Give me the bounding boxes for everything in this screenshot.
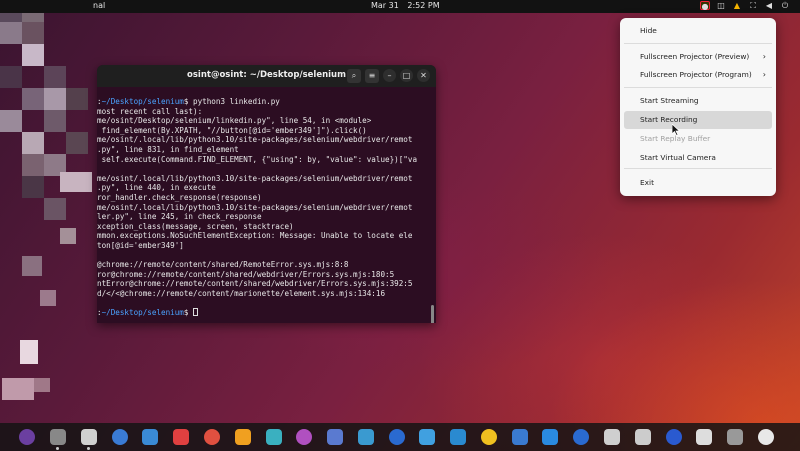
obs-tray-icon[interactable]: ●: [700, 1, 710, 11]
menu-item-start-virtual-camera[interactable]: Start Virtual Camera: [624, 149, 772, 167]
terminal-line: :~/Desktop/selenium$ python3 linkedin.py: [97, 97, 280, 106]
screenshot-icon[interactable]: [173, 429, 189, 445]
terminal-line: me/osint/.local/lib/python3.10/site-pack…: [97, 173, 413, 183]
mouse-cursor-icon: [672, 124, 680, 136]
obs-tray-menu: Hide Fullscreen Projector (Preview) › Fulls…: [620, 18, 776, 196]
terminal-line: find_element(By.XPATH, "//button[@id='em…: [97, 125, 367, 135]
close-icon[interactable]: ✕: [417, 69, 430, 82]
menu-separator: [624, 168, 772, 169]
terminal-line: me/osint/.local/lib/python3.10/site-pack…: [97, 202, 413, 212]
system-tray[interactable]: ● ◫ ▲ ⛶ ◀ ⏻: [700, 1, 790, 11]
terminal-icon[interactable]: [19, 429, 35, 445]
dock: [0, 423, 800, 451]
disk-icon[interactable]: [604, 429, 620, 445]
menu-item-label: Hide: [640, 26, 657, 35]
minimize-icon[interactable]: –: [383, 69, 396, 82]
people-icon[interactable]: [327, 429, 343, 445]
tools-icon[interactable]: [481, 429, 497, 445]
clock-icon[interactable]: [696, 429, 712, 445]
menu-icon[interactable]: ≡: [365, 69, 379, 83]
terminal-line: most recent call last):: [97, 106, 203, 116]
files-icon[interactable]: [81, 429, 97, 445]
terminal-line: me/osint/.local/lib/python3.10/site-pack…: [97, 135, 413, 145]
chevron-right-icon: ›: [762, 52, 766, 61]
display-icon[interactable]: [573, 429, 589, 445]
contacts-icon[interactable]: [296, 429, 312, 445]
menu-separator: [624, 43, 772, 44]
terminal-scrollbar[interactable]: [431, 305, 434, 323]
warning-icon[interactable]: ▲: [732, 1, 742, 10]
terminal-line: ror@chrome://remote/content/shared/webdr…: [97, 269, 395, 279]
terminal-line: ler.py", line 245, in check_response: [97, 212, 262, 222]
menu-item-label: Fullscreen Projector (Preview): [640, 52, 750, 61]
store-icon[interactable]: [235, 429, 251, 445]
menu-item-label: Fullscreen Projector (Program): [640, 70, 752, 79]
layers-icon[interactable]: [419, 429, 435, 445]
calendar-icon[interactable]: [358, 429, 374, 445]
terminal-line: ror_handler.check_response(response): [97, 192, 262, 202]
notes-icon[interactable]: [204, 429, 220, 445]
date-label: Mar 31: [371, 1, 399, 10]
terminal-line: me/osint/Desktop/selenium/linkedin.py", …: [97, 116, 372, 126]
terminal-line: .py", line 831, in find_element: [97, 144, 239, 154]
prompt-path: ~/Desktop/selenium: [101, 97, 184, 106]
running-indicator: [87, 447, 90, 450]
terminal-titlebar[interactable]: osint@osint: ~/Desktop/selenium ⌕ ≡ – □ …: [97, 65, 436, 87]
terminal-line: ntError@chrome://remote/content/shared/w…: [97, 279, 413, 289]
terminal-line: d/</<@chrome://remote/content/marionette…: [97, 288, 386, 298]
active-app-name[interactable]: nal: [93, 1, 105, 10]
menu-item-label: Start Streaming: [640, 96, 699, 105]
grid-icon[interactable]: [758, 429, 774, 445]
terminal-line: ton[@id='ember349']: [97, 240, 184, 250]
terminal-line: xception_class(message, screen, stacktra…: [97, 221, 294, 231]
menu-item-label: Exit: [640, 178, 654, 187]
volume-icon[interactable]: ◀: [764, 1, 774, 10]
terminal-line: @chrome://remote/content/shared/RemoteEr…: [97, 260, 349, 270]
menu-separator: [624, 87, 772, 88]
extension-icon[interactable]: ◫: [716, 1, 726, 10]
terminal-window[interactable]: osint@osint: ~/Desktop/selenium ⌕ ≡ – □ …: [97, 65, 436, 323]
network-icon[interactable]: ⛶: [748, 1, 758, 10]
settings-icon[interactable]: [512, 429, 528, 445]
edit-icon[interactable]: [727, 429, 743, 445]
clock[interactable]: Mar 31 2:52 PM: [371, 1, 446, 10]
menu-item-exit[interactable]: Exit: [624, 174, 772, 192]
obs-icon[interactable]: [50, 429, 66, 445]
running-indicator: [56, 447, 59, 450]
menu-item-fullscreen-projector-preview[interactable]: Fullscreen Projector (Preview) ›: [624, 48, 772, 66]
menu-item-label: Start Virtual Camera: [640, 153, 716, 162]
lamp-icon[interactable]: [450, 429, 466, 445]
media-icon[interactable]: [142, 429, 158, 445]
pixelated-desktop-icons: [0, 0, 100, 451]
terminal-line: .py", line 440, in execute: [97, 183, 216, 193]
menu-item-hide[interactable]: Hide: [624, 22, 772, 40]
menu-item-start-streaming[interactable]: Start Streaming: [624, 92, 772, 110]
maximize-icon[interactable]: □: [400, 69, 413, 82]
firefox-icon[interactable]: [112, 429, 128, 445]
globe-icon[interactable]: [389, 429, 405, 445]
top-bar: nal Mar 31 2:52 PM ● ◫ ▲ ⛶ ◀ ⏻: [0, 0, 800, 13]
text-icon[interactable]: [542, 429, 558, 445]
gear-icon[interactable]: [666, 429, 682, 445]
prompt-path: ~/Desktop/selenium: [101, 308, 184, 318]
chevron-right-icon: ›: [762, 70, 766, 79]
terminal-output[interactable]: :~/Desktop/selenium$ python3 linkedin.py…: [97, 87, 436, 318]
menu-item-start-replay-buffer: Start Replay Buffer: [624, 130, 772, 148]
menu-item-label: Start Recording: [640, 115, 698, 124]
bookmark-icon[interactable]: [635, 429, 651, 445]
camera-icon[interactable]: [266, 429, 282, 445]
terminal-line: mmon.exceptions.NoSuchElementException: …: [97, 231, 413, 241]
terminal-cursor: [193, 308, 199, 317]
menu-item-fullscreen-projector-program[interactable]: Fullscreen Projector (Program) ›: [624, 66, 772, 84]
search-icon[interactable]: ⌕: [347, 69, 361, 83]
terminal-line: self.execute(Command.FIND_ELEMENT, {"usi…: [97, 154, 418, 164]
terminal-line: :~/Desktop/selenium$: [97, 308, 436, 318]
time-label: 2:52 PM: [407, 1, 440, 10]
power-icon[interactable]: ⏻: [780, 1, 790, 10]
menu-item-start-recording[interactable]: Start Recording: [624, 111, 772, 129]
